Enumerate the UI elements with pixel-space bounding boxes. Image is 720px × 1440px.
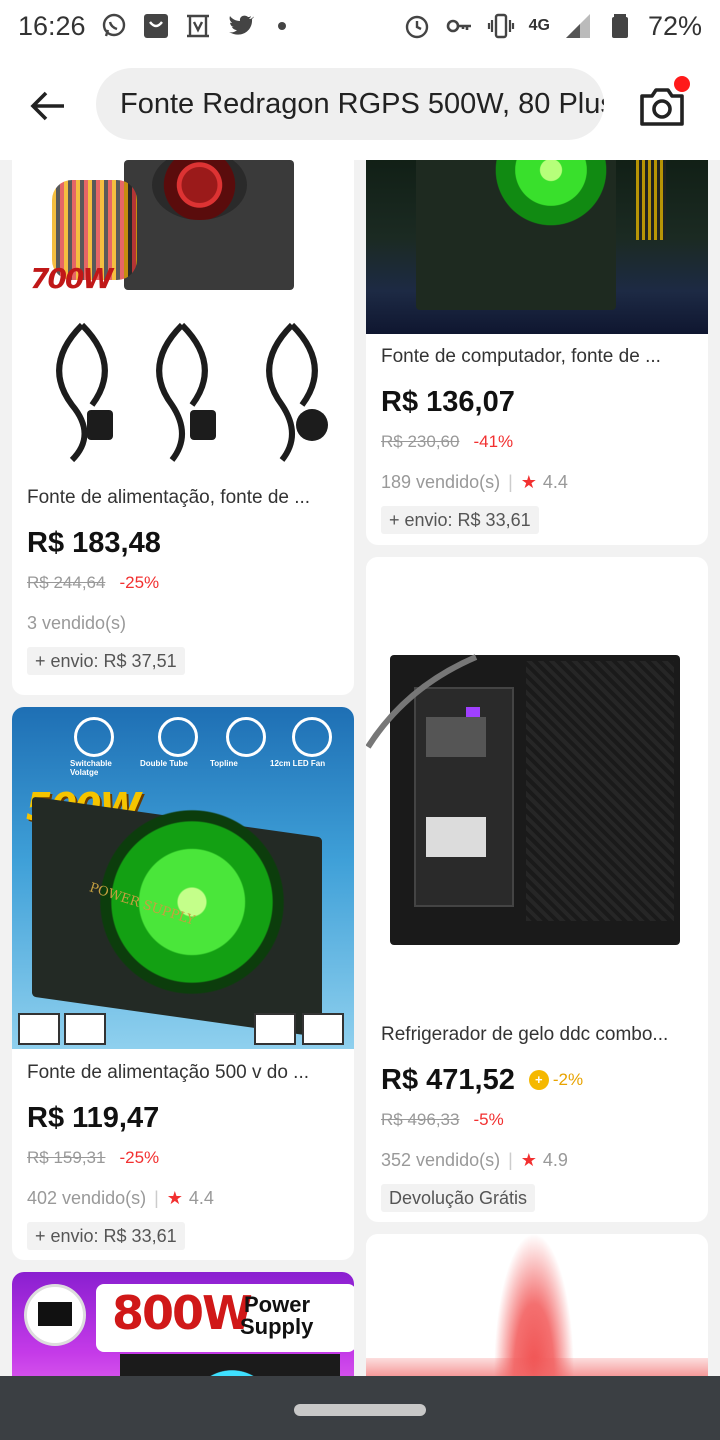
vibrate-icon — [487, 12, 515, 40]
original-price: R$ 159,31 — [27, 1148, 106, 1167]
watt-label: 800W — [112, 1286, 253, 1340]
coin-icon: + — [528, 1070, 549, 1090]
feature-label: Double Tube — [140, 759, 188, 768]
product-image: 800W Power Supply — [12, 1272, 354, 1376]
feature-label: Topline — [210, 759, 238, 768]
product-image: Switchable Volatge Double Tube Topline 1… — [12, 707, 354, 1049]
rating-value: 4.4 — [188, 1188, 214, 1208]
product-card[interactable]: 800W Power Supply — [12, 1272, 354, 1376]
sold-count: 189 vendido(s) — [381, 472, 501, 492]
shipping-tag: + envio: R$ 37,51 — [27, 647, 185, 675]
product-title: Fonte de computador, fonte de ... — [381, 346, 661, 367]
divider: | — [154, 1188, 159, 1208]
product-card[interactable]: 700W Fonte de alimentação, fonte de ... … — [12, 160, 354, 695]
status-bar: 16:26 4G 72% — [0, 0, 720, 52]
key-icon — [445, 12, 473, 40]
star-icon: ★ — [166, 1188, 183, 1208]
battery-icon — [606, 12, 634, 40]
store-icon — [142, 12, 170, 40]
product-image — [366, 1234, 708, 1376]
alarm-icon — [403, 12, 431, 40]
discount-percent: -25% — [119, 573, 160, 592]
dot-icon — [268, 12, 296, 40]
sold-count: 402 vendido(s) — [27, 1188, 147, 1208]
status-time: 16:26 — [18, 10, 86, 41]
coin-discount: -2% — [552, 1070, 584, 1089]
product-card[interactable]: Refrigerador de gelo ddc combo... R$ 471… — [366, 557, 708, 1222]
supply-label: Supply — [240, 1314, 314, 1339]
divider: | — [508, 1150, 513, 1170]
product-title: Fonte de alimentação, fonte de ... — [27, 487, 311, 508]
discount-percent: -5% — [473, 1110, 504, 1129]
sold-count: 3 vendido(s) — [27, 613, 127, 633]
product-image — [366, 557, 708, 1007]
search-query: Fonte Redragon RGPS 500W, 80 Plus — [120, 87, 604, 120]
product-image — [366, 160, 708, 334]
product-title: Refrigerador de gelo ddc combo... — [381, 1024, 669, 1045]
product-price: R$ 119,47 — [27, 1102, 160, 1134]
sold-count: 352 vendido(s) — [381, 1150, 501, 1170]
shipping-tag: + envio: R$ 33,61 — [27, 1222, 185, 1250]
original-price: R$ 244,64 — [27, 573, 106, 592]
signal-icon — [564, 12, 592, 40]
home-gesture-handle[interactable] — [294, 1404, 426, 1416]
arrow-left-icon — [30, 91, 64, 121]
notification-dot — [674, 76, 690, 92]
whatsapp-icon — [100, 12, 128, 40]
product-card[interactable] — [366, 1234, 708, 1376]
system-navigation-bar — [0, 1376, 720, 1440]
shipping-tag: + envio: R$ 33,61 — [381, 506, 539, 534]
discount-percent: -25% — [119, 1148, 160, 1167]
feature-label: 12cm LED Fan — [270, 759, 326, 768]
news-icon — [184, 12, 212, 40]
product-title: Fonte de alimentação 500 v do ... — [27, 1062, 310, 1083]
product-price: R$ 136,07 — [381, 386, 515, 418]
original-price: R$ 230,60 — [381, 432, 460, 451]
star-icon: ★ — [520, 1150, 537, 1170]
product-price: R$ 471,52 — [381, 1064, 515, 1096]
product-image: 700W — [12, 160, 354, 470]
search-header: Fonte Redragon RGPS 500W, 80 Plus — [0, 52, 720, 160]
watt-label: 700W — [30, 262, 113, 295]
feature-label: Switchable Volatge — [70, 759, 112, 777]
star-icon: ★ — [520, 472, 537, 492]
rating-value: 4.4 — [542, 472, 568, 492]
product-feed[interactable]: 700W Fonte de alimentação, fonte de ... … — [0, 160, 720, 1376]
twitter-icon — [226, 12, 254, 40]
divider: | — [508, 472, 513, 492]
discount-percent: -41% — [473, 432, 514, 451]
battery-percent: 72% — [647, 10, 702, 41]
coin-discount-badge: + -2% — [528, 1062, 584, 1098]
original-price: R$ 496,33 — [381, 1110, 460, 1129]
network-type: 4G — [528, 17, 550, 34]
product-card[interactable]: Fonte de computador, fonte de ... R$ 136… — [366, 160, 708, 545]
back-button[interactable] — [24, 82, 72, 130]
free-return-tag: Devolução Grátis — [381, 1184, 536, 1212]
search-input[interactable]: Fonte Redragon RGPS 500W, 80 Plus — [96, 68, 604, 140]
rating-value: 4.9 — [542, 1150, 568, 1170]
product-card[interactable]: Switchable Volatge Double Tube Topline 1… — [12, 707, 354, 1260]
product-price: R$ 183,48 — [27, 527, 161, 559]
power-cables-image — [56, 322, 328, 463]
